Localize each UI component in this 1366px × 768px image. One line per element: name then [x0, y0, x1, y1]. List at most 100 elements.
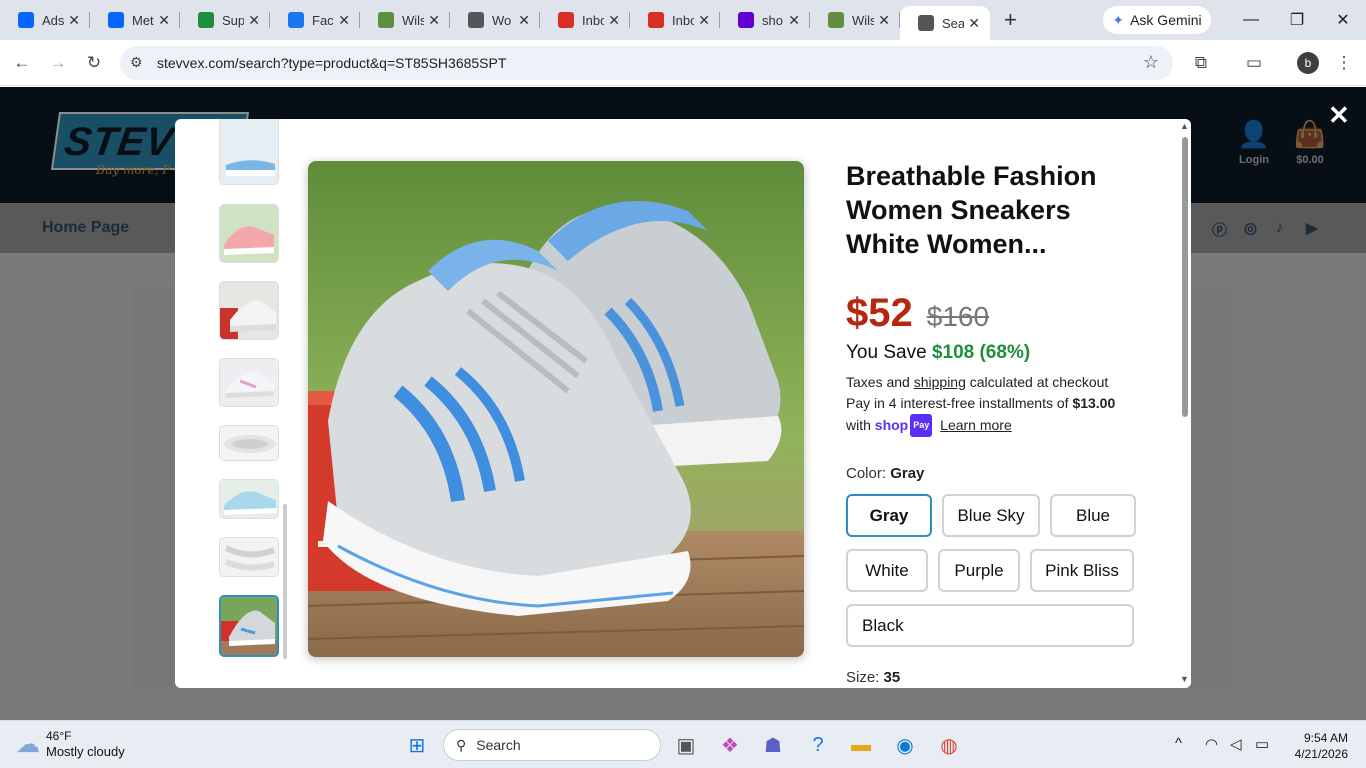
tray-chevron-icon[interactable]: ^: [1175, 735, 1182, 752]
tab-title: Wils: [402, 12, 424, 28]
browser-tab[interactable]: Face✕: [270, 0, 360, 40]
minimize-button[interactable]: —: [1228, 0, 1274, 40]
tab-close-icon[interactable]: ✕: [518, 12, 530, 29]
thumbnail-selected[interactable]: [219, 595, 279, 657]
chrome-icon[interactable]: ◍: [935, 731, 963, 759]
tab-close-icon[interactable]: ✕: [878, 12, 890, 29]
extensions-icon[interactable]: ⧉: [1190, 52, 1212, 74]
learn-more-link[interactable]: Learn more: [940, 417, 1012, 433]
gemini-icon: ✦: [1112, 11, 1125, 28]
thumbnail[interactable]: [219, 119, 279, 185]
weather-widget[interactable]: ☁ 46°F Mostly cloudy: [16, 729, 125, 759]
profile-avatar[interactable]: b: [1297, 52, 1319, 74]
color-label: Color: Gray: [846, 465, 925, 482]
color-option-blue[interactable]: Blue: [1050, 494, 1136, 537]
pinterest-icon[interactable]: ⓟ: [1212, 219, 1227, 240]
address-bar[interactable]: ⚙ stevvex.com/search?type=product&q=ST85…: [120, 46, 1173, 80]
sale-price: $52: [846, 291, 913, 335]
scroll-thumb[interactable]: [1182, 137, 1188, 417]
browser-tab[interactable]: sho ✕: [720, 0, 810, 40]
tab-close-icon[interactable]: ✕: [968, 15, 980, 32]
modal-scrollbar[interactable]: ▲ ▼: [1178, 119, 1191, 688]
browser-tab[interactable]: Sup ✕: [180, 0, 270, 40]
tab-close-icon[interactable]: ✕: [338, 12, 350, 29]
weather-condition: Mostly cloudy: [46, 744, 125, 759]
globe-icon: [468, 12, 484, 28]
close-modal-button[interactable]: ✕: [1328, 100, 1350, 131]
back-icon[interactable]: ←: [11, 52, 33, 74]
browser-tab[interactable]: Met ✕: [90, 0, 180, 40]
browser-tab[interactable]: Wo ✕: [450, 0, 540, 40]
ask-gemini-button[interactable]: ✦ Ask Gemini: [1103, 6, 1211, 34]
nav-home[interactable]: Home Page: [42, 219, 129, 237]
cast-icon[interactable]: ▭: [1243, 52, 1265, 74]
clock[interactable]: 9:54 AM 4/21/2026: [1290, 730, 1348, 762]
instagram-icon[interactable]: ◎: [1244, 219, 1257, 237]
tab-close-icon[interactable]: ✕: [248, 12, 260, 29]
color-option-white[interactable]: White: [846, 549, 928, 592]
new-tab-button[interactable]: +: [1004, 7, 1024, 33]
shipping-link[interactable]: shipping: [914, 374, 966, 390]
scroll-down-icon[interactable]: ▼: [1180, 674, 1189, 684]
tab-close-icon[interactable]: ✕: [788, 12, 800, 29]
user-icon: 👤: [1237, 119, 1271, 149]
login-link[interactable]: 👤 Login: [1229, 119, 1279, 166]
file-explorer-icon[interactable]: ▬: [847, 731, 875, 759]
task-view-icon[interactable]: ▣: [672, 731, 700, 759]
price-block: $52 $160: [846, 291, 1146, 336]
color-option-pink-bliss[interactable]: Pink Bliss: [1030, 549, 1134, 592]
reload-icon[interactable]: ↻: [83, 52, 105, 74]
product-info: Breathable Fashion Women Sneakers White …: [846, 159, 1146, 686]
taskbar-search[interactable]: ⚲ Search: [443, 729, 661, 761]
battery-icon[interactable]: ▭: [1255, 735, 1269, 753]
tab-title: Inbo: [582, 12, 604, 28]
facebook-icon: [288, 12, 304, 28]
color-option-blue-sky[interactable]: Blue Sky: [942, 494, 1040, 537]
scroll-up-icon[interactable]: ▲: [1180, 121, 1189, 131]
tab-close-icon[interactable]: ✕: [698, 12, 710, 29]
tab-close-icon[interactable]: ✕: [608, 12, 620, 29]
browser-tab[interactable]: Inbo ✕: [540, 0, 630, 40]
thumbnail[interactable]: [219, 204, 279, 263]
close-window-button[interactable]: ✕: [1320, 0, 1366, 40]
thumbnail-scrollbar[interactable]: [283, 504, 287, 659]
thumbnail[interactable]: [219, 281, 279, 340]
tab-title: Sup: [222, 12, 244, 28]
thumbnail[interactable]: [219, 425, 279, 461]
tab-close-icon[interactable]: ✕: [428, 12, 440, 29]
tiktok-icon[interactable]: ♪: [1276, 219, 1284, 236]
size-label: Size: 35: [846, 669, 901, 686]
size-selected: 35: [883, 669, 901, 686]
color-option-black[interactable]: Black: [846, 604, 1134, 647]
tab-close-icon[interactable]: ✕: [158, 12, 170, 29]
thumbnail[interactable]: [219, 479, 279, 519]
copilot-icon[interactable]: ❖: [716, 731, 744, 759]
browser-tab[interactable]: Sea ✕: [900, 6, 990, 40]
youtube-icon[interactable]: ▶: [1306, 219, 1318, 237]
teams-icon[interactable]: ☗: [759, 731, 787, 759]
help-icon[interactable]: ?: [804, 731, 832, 759]
restore-button[interactable]: ❐: [1274, 0, 1320, 40]
volume-icon[interactable]: ◁: [1230, 735, 1242, 753]
thumbnail[interactable]: [219, 358, 279, 407]
edge-icon[interactable]: ◉: [891, 731, 919, 759]
browser-tab[interactable]: Wils ✕: [360, 0, 450, 40]
thumbnail[interactable]: [219, 537, 279, 577]
bookmark-star-icon[interactable]: ☆: [1143, 52, 1159, 73]
url-text[interactable]: stevvex.com/search?type=product&q=ST85SH…: [157, 55, 506, 71]
browser-tab[interactable]: Inbo ✕: [630, 0, 720, 40]
product-main-image[interactable]: [308, 161, 804, 657]
browser-tab[interactable]: Wils ✕: [810, 0, 900, 40]
site-info-icon[interactable]: ⚙: [130, 54, 143, 71]
color-option-purple[interactable]: Purple: [938, 549, 1020, 592]
start-icon[interactable]: ⊞: [403, 731, 431, 759]
thumbnail-list: [219, 119, 281, 688]
wifi-icon[interactable]: ◠: [1205, 735, 1218, 753]
color-option-gray[interactable]: Gray: [846, 494, 932, 537]
tab-close-icon[interactable]: ✕: [68, 12, 80, 29]
browser-tab[interactable]: Ads ✕: [0, 0, 90, 40]
you-save: You Save $108 (68%): [846, 342, 1031, 363]
forward-icon[interactable]: →: [47, 52, 69, 74]
you-save-amount: $108 (68%): [931, 342, 1031, 363]
menu-icon[interactable]: ⋮: [1333, 52, 1355, 74]
